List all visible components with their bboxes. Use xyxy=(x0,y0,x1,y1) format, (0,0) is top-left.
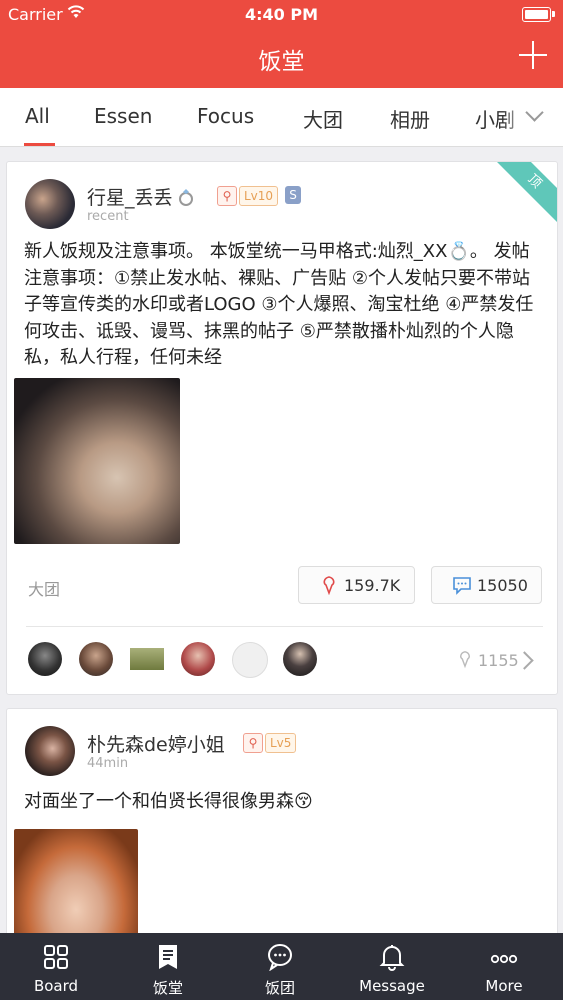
tab-fantuan[interactable]: 饭团 xyxy=(224,933,336,1000)
tab-datuan[interactable]: 大团 xyxy=(303,104,343,133)
tab-message[interactable]: Message xyxy=(336,933,448,1000)
avatar[interactable] xyxy=(25,179,75,229)
battery-icon xyxy=(522,7,555,22)
like-count: 159.7K xyxy=(344,576,401,595)
comment-button[interactable]: 15050 xyxy=(431,566,542,604)
level-badge: Lv10 xyxy=(239,186,279,206)
level-badge: Lv5 xyxy=(265,733,297,753)
bottom-tab-bar: Board 饭堂 饭团 Message More xyxy=(0,933,563,1000)
more-dots-icon xyxy=(490,954,518,964)
liker-avatar[interactable] xyxy=(79,642,113,676)
tab-label: 饭堂 xyxy=(152,979,183,997)
liker-avatar[interactable] xyxy=(283,642,317,676)
top-bar: Carrier 4:40 PM 饭堂 xyxy=(0,0,563,88)
page-title: 饭堂 xyxy=(258,49,305,75)
post-group-tag[interactable]: 大团 xyxy=(28,576,60,600)
s-badge: S xyxy=(285,186,301,204)
post-body[interactable]: 新人饭规及注意事项。 本饭堂统一马甲格式:灿烈_XX💍。 发帖注意事项：①禁止发… xyxy=(24,239,544,372)
post-author[interactable]: 行星_丢丢 xyxy=(87,183,197,210)
tab-fantang[interactable]: 饭堂 xyxy=(112,933,224,1000)
comment-icon xyxy=(453,577,471,595)
post-time: recent xyxy=(87,209,129,224)
rose-icon xyxy=(323,576,335,595)
liker-avatar[interactable] xyxy=(28,642,62,676)
search-badge-icon: ⚲ xyxy=(217,186,237,206)
post-card[interactable]: 朴先森de婷小姐 ⚲ Lv5 44min 对面坐了一个和伯贤长得很像男森😚 xyxy=(6,708,558,950)
post-card[interactable]: 顶 行星_丢丢 ⚲ Lv10 S recent 新人饭规及注意事项。 本饭堂统一… xyxy=(6,161,558,695)
document-icon xyxy=(159,945,177,969)
comment-count: 15050 xyxy=(477,576,528,595)
avatar[interactable] xyxy=(25,726,75,776)
tab-all[interactable]: All xyxy=(25,104,50,128)
author-name: 行星_丢丢 xyxy=(87,187,173,209)
ring-icon xyxy=(178,189,193,206)
liker-count: 1155 xyxy=(478,651,519,670)
search-badge-icon: ⚲ xyxy=(243,733,263,753)
rose-icon xyxy=(460,651,470,669)
bell-icon xyxy=(379,945,405,971)
post-author[interactable]: 朴先森de婷小姐 xyxy=(87,730,225,757)
chat-bubble-icon xyxy=(268,944,292,971)
tab-more[interactable]: More xyxy=(448,933,560,1000)
liker-avatar[interactable] xyxy=(130,648,164,670)
post-photo[interactable] xyxy=(14,829,138,949)
post-time: 44min xyxy=(87,756,129,771)
liker-avatar[interactable] xyxy=(181,642,215,676)
default-avatar-icon[interactable] xyxy=(232,642,268,678)
card-divider xyxy=(26,626,543,627)
author-name: 朴先森de婷小姐 xyxy=(87,734,225,756)
status-bar: Carrier 4:40 PM xyxy=(0,0,563,30)
tab-essen[interactable]: Essen xyxy=(94,104,152,128)
grid-icon xyxy=(44,945,68,969)
clock: 4:40 PM xyxy=(244,5,318,24)
post-body[interactable]: 对面坐了一个和伯贤长得很像男森😚 xyxy=(24,789,544,816)
tab-board[interactable]: Board xyxy=(0,933,112,1000)
tab-label: Message xyxy=(359,977,425,995)
pinned-badge: 顶 xyxy=(486,162,557,230)
add-post-icon[interactable] xyxy=(519,41,547,69)
tab-album[interactable]: 相册 xyxy=(390,104,430,133)
tab-label: More xyxy=(485,977,523,995)
post-photo[interactable] xyxy=(14,378,180,544)
tab-label: 饭团 xyxy=(264,979,295,997)
category-tabs: All Essen Focus 大团 相册 小剧 xyxy=(0,88,563,147)
tab-label: Board xyxy=(33,977,79,995)
active-tab-indicator xyxy=(24,143,55,146)
tab-focus[interactable]: Focus xyxy=(197,104,254,128)
like-button[interactable]: 159.7K xyxy=(298,566,415,604)
